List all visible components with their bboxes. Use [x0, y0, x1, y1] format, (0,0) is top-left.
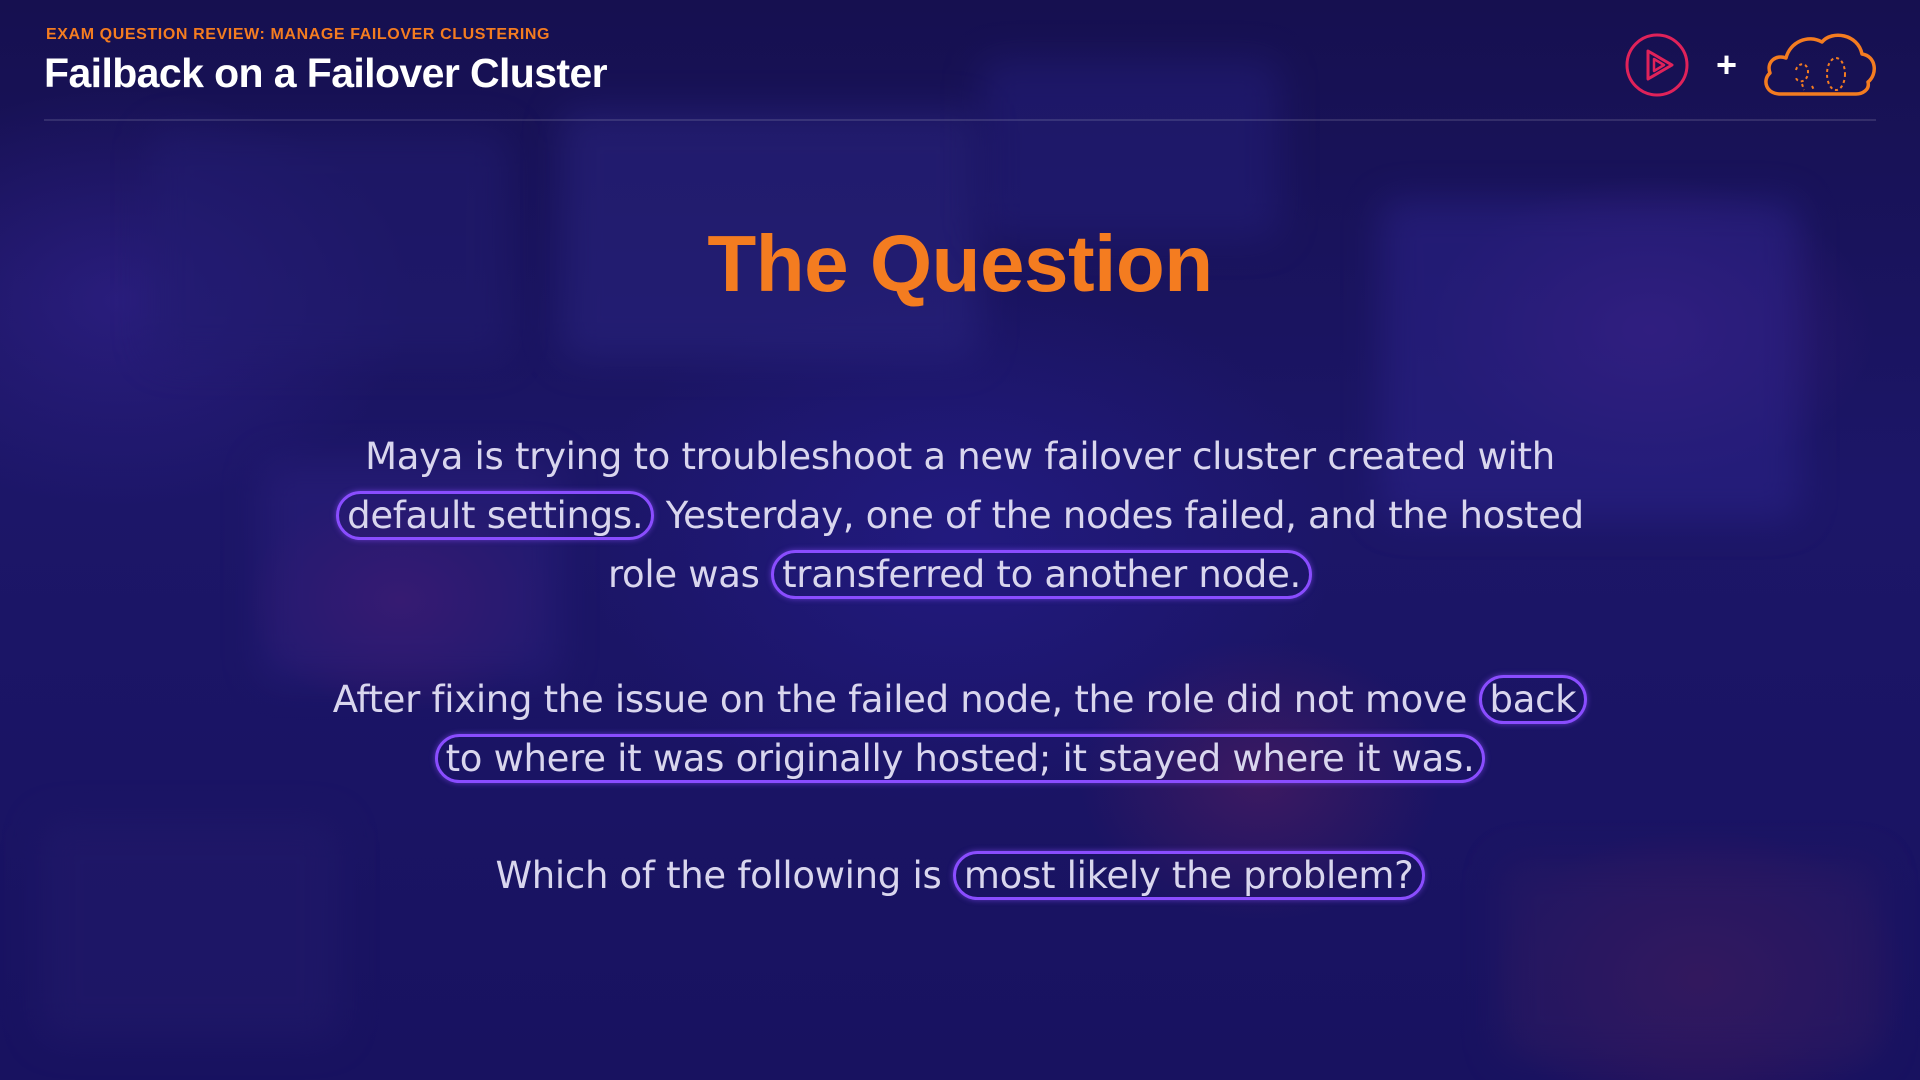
background-shape	[40, 820, 340, 1040]
logo-plus-sign: +	[1716, 44, 1738, 85]
course-kicker: EXAM QUESTION REVIEW: MANAGE FAILOVER CL…	[46, 26, 551, 43]
background-shape	[980, 60, 1280, 240]
slide-title: Failback on a Failover Cluster	[44, 50, 608, 96]
highlighted-phrase: transferred to another node.	[771, 550, 1313, 599]
slide: EXAM QUESTION REVIEW: MANAGE FAILOVER CL…	[0, 0, 1920, 1080]
question-paragraph-2: After fixing the issue on the failed nod…	[330, 670, 1590, 788]
cloud-icon	[1764, 33, 1876, 96]
question-paragraph-1: Maya is trying to troubleshoot a new fai…	[330, 427, 1590, 604]
highlighted-phrase: most likely the problem?	[952, 851, 1425, 900]
question-text: Maya is trying to troubleshoot a new fai…	[365, 435, 1555, 478]
play-circle-icon	[1625, 33, 1689, 97]
question-heading: The Question	[707, 219, 1213, 308]
question-text: After fixing the issue on the failed nod…	[332, 678, 1479, 721]
question-text: Which of the following is	[495, 854, 953, 897]
highlighted-phrase: default settings.	[336, 491, 655, 540]
header-divider	[44, 119, 1876, 121]
question-paragraph-3: Which of the following is most likely th…	[330, 846, 1590, 905]
